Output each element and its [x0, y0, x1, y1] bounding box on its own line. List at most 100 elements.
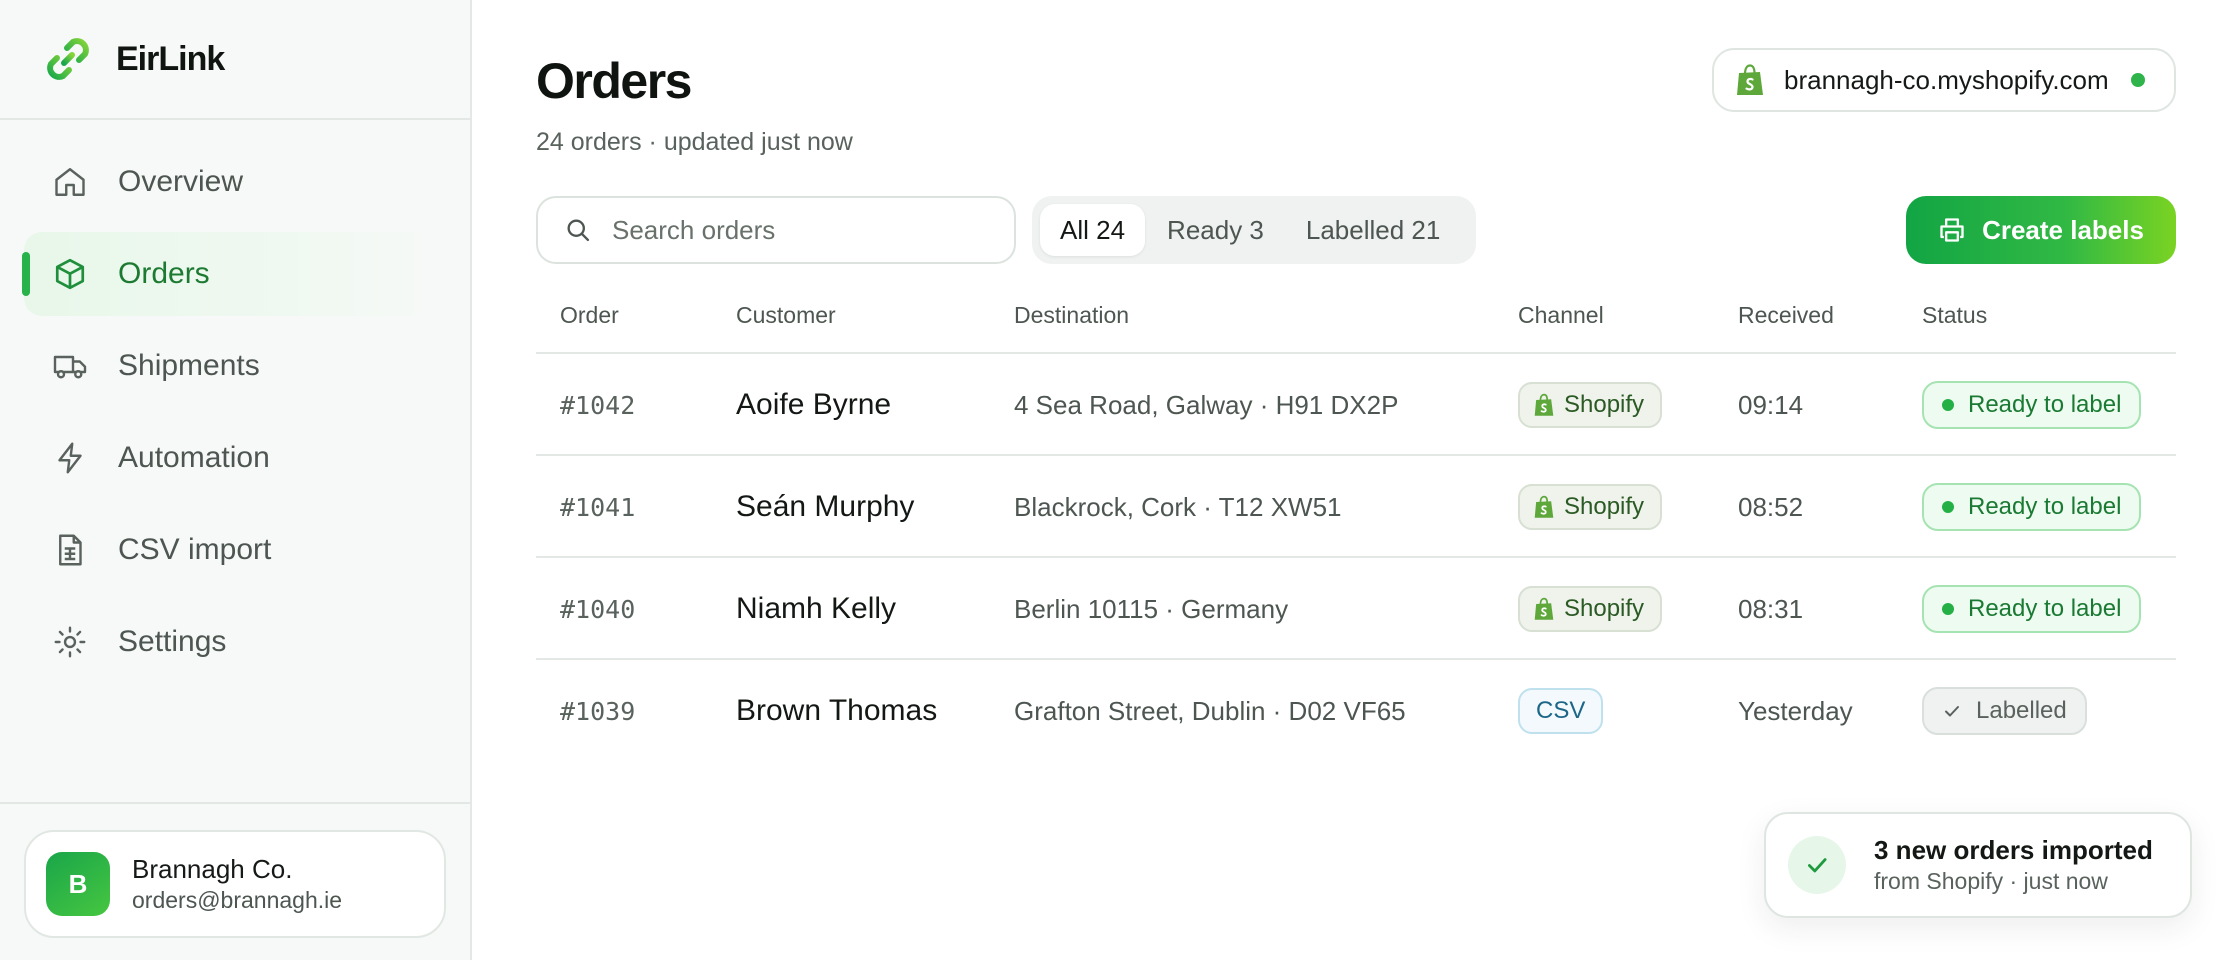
order-id: #1040 — [560, 594, 636, 624]
page-subtitle: 24 orders · updated just now — [536, 128, 853, 156]
filter-tab-labelled[interactable]: Labelled 21 — [1286, 204, 1460, 256]
sidebar-item-label: Settings — [118, 625, 227, 658]
status-label: Ready to label — [1968, 595, 2122, 622]
sidebar-item-settings[interactable]: Settings — [24, 600, 448, 684]
sidebar-item-overview[interactable]: Overview — [24, 140, 448, 224]
store-domain: brannagh-co.myshopify.com — [1784, 64, 2109, 95]
status-cell: Ready to label — [1922, 558, 2142, 660]
customer-name: Aoife Byrne — [736, 388, 892, 421]
shopify-bag-icon — [1737, 64, 1763, 95]
sidebar-item-label: CSV import — [118, 533, 272, 566]
column-header-received[interactable]: Received — [1738, 302, 1834, 329]
store-connection-pill[interactable]: brannagh-co.myshopify.com — [1712, 48, 2176, 112]
bolt-icon — [58, 442, 82, 474]
account-card[interactable]: B Brannagh Co. orders@brannagh.ie — [24, 830, 446, 938]
status-cell: Ready to label — [1922, 456, 2142, 558]
status-label: Ready to label — [1968, 391, 2122, 418]
destination: 4 Sea Road, Galway · H91 DX2P — [1014, 389, 1399, 420]
received-time: 08:31 — [1738, 593, 1804, 624]
column-header-status[interactable]: Status — [1922, 302, 1987, 329]
channel-cell: Shopify — [1518, 354, 1663, 456]
sidebar-item-label: Overview — [118, 165, 244, 198]
app-name: EirLink — [116, 39, 225, 78]
connection-status-dot — [2130, 73, 2145, 87]
toast-text: 3 new orders imported from Shopify · jus… — [1874, 834, 2153, 896]
received-time: 08:52 — [1738, 491, 1804, 522]
sidebar-footer: B Brannagh Co. orders@brannagh.ie — [0, 802, 470, 960]
filter-tab-ready[interactable]: Ready 3 — [1147, 204, 1284, 256]
brand[interactable]: EirLink — [0, 0, 470, 120]
toast-subtitle: from Shopify · just now — [1874, 868, 2108, 894]
filter-tab-all[interactable]: All 24 — [1040, 204, 1146, 256]
destination: Grafton Street, Dublin · D02 VF65 — [1014, 695, 1406, 726]
avatar: B — [46, 852, 110, 916]
column-header-channel[interactable]: Channel — [1518, 302, 1604, 329]
create-labels-label: Create labels — [1982, 214, 2144, 245]
table-row[interactable]: #1039 Brown Thomas Grafton Street, Dubli… — [536, 660, 2176, 762]
destination: Blackrock, Cork · T12 XW51 — [1014, 491, 1342, 522]
customer-name: Niamh Kelly — [736, 592, 897, 625]
table-row[interactable]: #1040 Niamh Kelly Berlin 10115 · Germany… — [536, 558, 2176, 660]
status-badge: Ready to label — [1922, 381, 2142, 429]
channel-badge: Shopify — [1518, 484, 1663, 530]
channel-cell: Shopify — [1518, 456, 1663, 558]
gear-icon — [54, 626, 86, 658]
sidebar-nav: Overview Orders Shipments Automation CSV… — [22, 140, 448, 692]
channel-badge: Shopify — [1518, 586, 1663, 632]
status-cell: Ready to label — [1922, 354, 2142, 456]
customer-name: Brown Thomas — [736, 694, 938, 727]
channel-label: Shopify — [1564, 391, 1645, 418]
home-icon — [55, 168, 85, 196]
account-name: Brannagh Co. — [132, 854, 293, 884]
app-window: EirLink Overview Orders Shipments Automa… — [0, 0, 2240, 960]
table-row[interactable]: #1041 Seán Murphy Blackrock, Cork · T12 … — [536, 456, 2176, 558]
order-id: #1039 — [560, 696, 636, 726]
received-time: 09:14 — [1738, 389, 1804, 420]
status-badge: Labelled — [1922, 687, 2087, 735]
channel-cell: Shopify — [1518, 558, 1663, 660]
search-box[interactable] — [536, 196, 1016, 264]
orders-table: Order Customer Destination Channel Recei… — [536, 280, 2176, 762]
channel-badge: Shopify — [1518, 382, 1663, 428]
toast-notification[interactable]: 3 new orders imported from Shopify · jus… — [1764, 812, 2192, 918]
shopify-bag-icon — [1534, 393, 1554, 416]
channel-label: Shopify — [1564, 493, 1645, 520]
search-input[interactable] — [612, 214, 992, 246]
customer-name: Seán Murphy — [736, 490, 915, 523]
destination: Berlin 10115 · Germany — [1014, 593, 1289, 624]
box-icon — [55, 258, 85, 290]
create-labels-button[interactable]: Create labels — [1906, 196, 2176, 264]
table-row[interactable]: #1042 Aoife Byrne 4 Sea Road, Galway · H… — [536, 354, 2176, 456]
sidebar-item-shipments[interactable]: Shipments — [24, 324, 448, 408]
sidebar-item-orders[interactable]: Orders — [22, 232, 448, 316]
status-badge: Ready to label — [1922, 483, 2142, 531]
status-label: Ready to label — [1968, 493, 2122, 520]
chain-link-logo-icon — [47, 38, 89, 80]
sidebar-item-automation[interactable]: Automation — [24, 416, 448, 500]
column-header-customer[interactable]: Customer — [736, 302, 836, 329]
channel-label: Shopify — [1564, 595, 1645, 622]
shopify-bag-icon — [1534, 495, 1554, 518]
check-icon — [1945, 706, 1959, 717]
toast-title: 3 new orders imported — [1874, 835, 2153, 865]
filter-tabs: All 24 Ready 3 Labelled 21 — [1032, 196, 1476, 264]
order-id: #1041 — [560, 492, 636, 522]
column-header-destination[interactable]: Destination — [1014, 302, 1129, 329]
status-dot — [1942, 603, 1954, 615]
account-email: orders@brannagh.ie — [132, 887, 343, 913]
sidebar-item-label: Shipments — [118, 349, 260, 382]
channel-cell: CSV — [1518, 660, 1604, 762]
sidebar-item-csv-import[interactable]: CSV import — [24, 508, 448, 592]
table-header: Order Customer Destination Channel Recei… — [536, 280, 2176, 354]
channel-badge: CSV — [1518, 688, 1604, 734]
order-id: #1042 — [560, 390, 636, 420]
account-info: Brannagh Co. orders@brannagh.ie — [132, 853, 342, 915]
column-header-order[interactable]: Order — [560, 302, 619, 329]
status-label: Labelled — [1976, 697, 2067, 724]
truck-icon — [53, 355, 87, 379]
sidebar-item-label: Automation — [118, 441, 270, 474]
sidebar-item-label: Orders — [118, 257, 210, 290]
status-dot — [1942, 501, 1954, 513]
success-badge — [1788, 836, 1846, 894]
search-icon — [567, 219, 590, 242]
